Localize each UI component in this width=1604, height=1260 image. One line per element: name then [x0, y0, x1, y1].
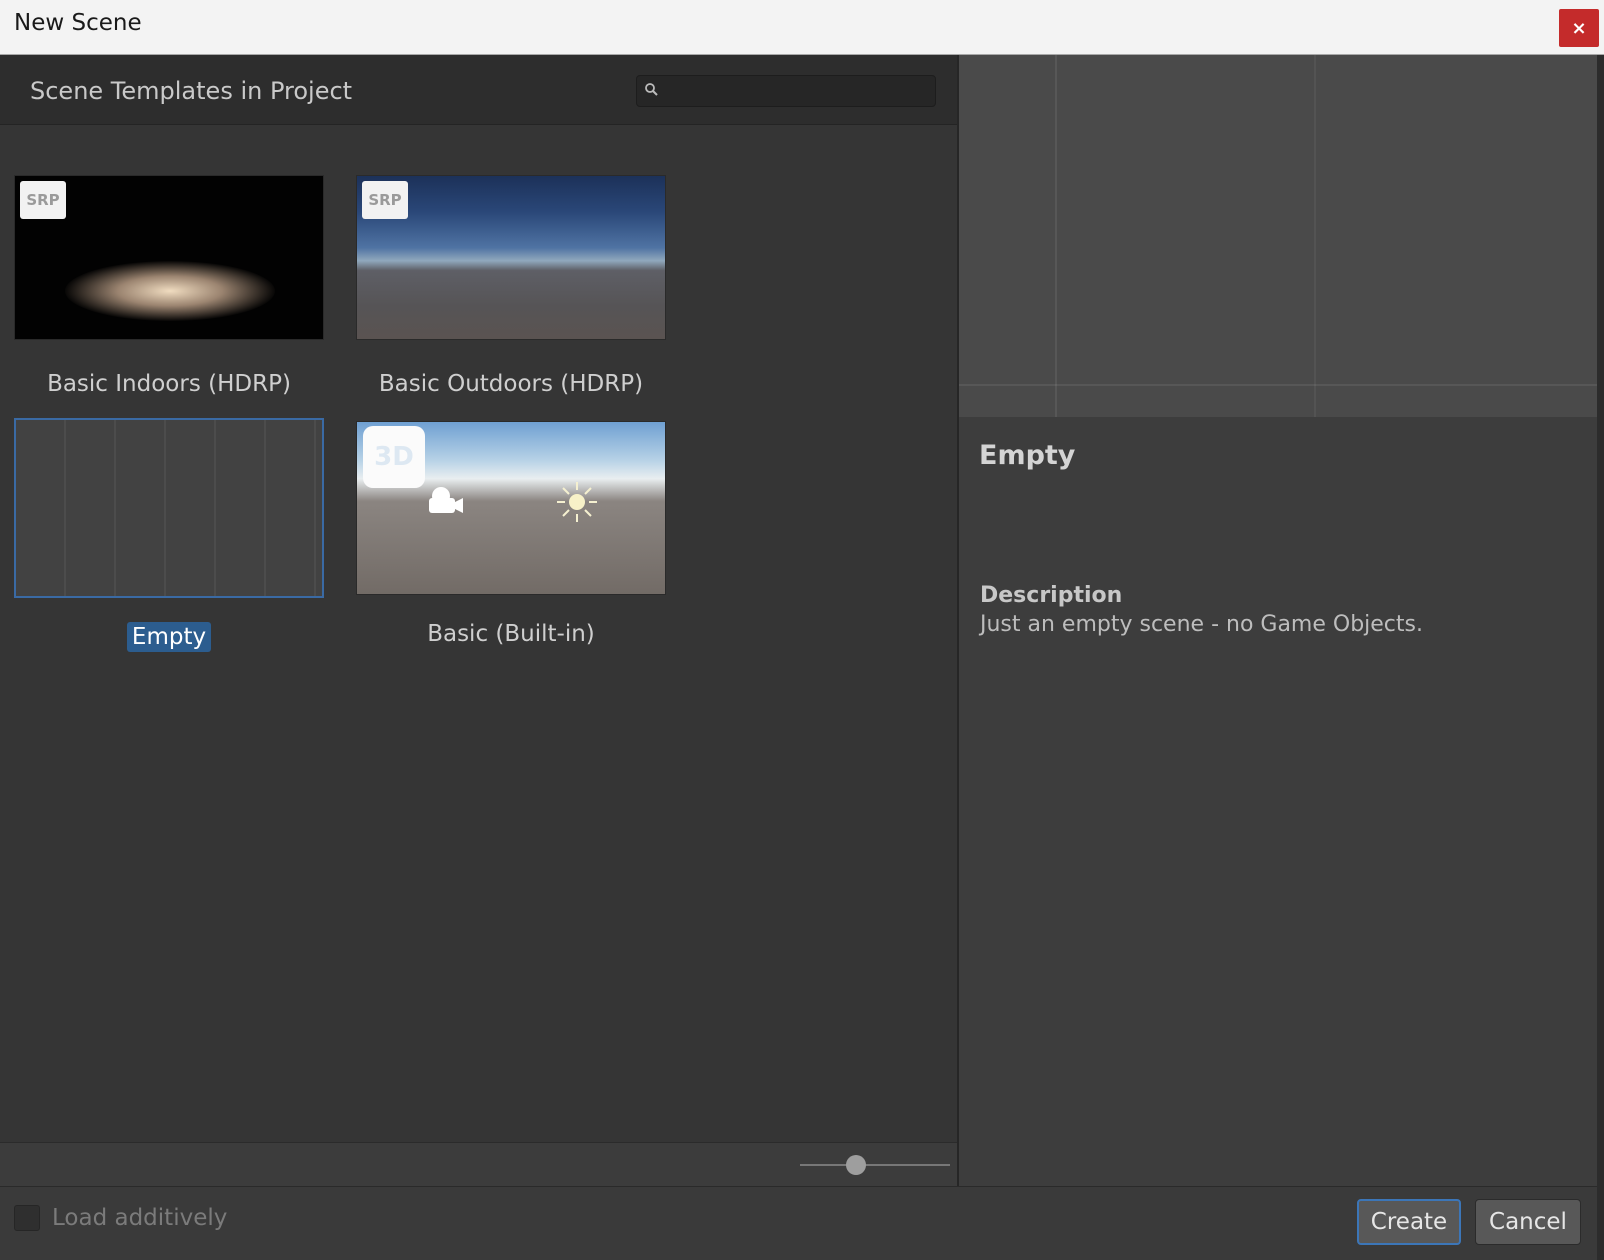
- template-title: Empty: [979, 440, 1076, 471]
- template-list-header: Scene Templates in Project: [0, 55, 957, 125]
- description-text: Just an empty scene - no Game Objects.: [980, 612, 1423, 637]
- sun-icon: [557, 482, 597, 522]
- details-panel: Empty Description Just an empty scene - …: [959, 55, 1597, 1186]
- title-bar: New Scene ×: [0, 0, 1604, 55]
- slider-track: [800, 1164, 950, 1166]
- camera-icon: [429, 487, 463, 513]
- template-tile-basic-builtin[interactable]: 3D Basic (Built-in): [356, 421, 666, 651]
- template-label: Empty: [14, 622, 324, 652]
- template-tile-basic-indoors[interactable]: SRP Basic Indoors (HDRP): [14, 175, 324, 405]
- search-icon: [645, 83, 658, 96]
- template-tile-basic-outdoors[interactable]: SRP Basic Outdoors (HDRP): [356, 175, 666, 405]
- window-edge: [1597, 55, 1604, 1260]
- slider-thumb[interactable]: [845, 1155, 866, 1175]
- bottom-bar: Load additively Create Cancel: [0, 1186, 1597, 1260]
- grid-lines: [16, 420, 322, 596]
- 3d-badge: 3D: [363, 426, 425, 488]
- thumbnail-size-slider[interactable]: [800, 1153, 950, 1177]
- description-heading: Description: [980, 583, 1123, 608]
- window-title: New Scene: [14, 10, 142, 36]
- section-title: Scene Templates in Project: [30, 77, 353, 105]
- selected-template-label: Empty: [126, 622, 212, 652]
- template-list-panel: Scene Templates in Project SRP Basic Ind…: [0, 55, 957, 1186]
- close-button[interactable]: ×: [1559, 9, 1599, 47]
- scene-preview: [959, 55, 1597, 417]
- template-thumbnail: [14, 418, 324, 598]
- spotlight-glow: [65, 261, 275, 321]
- load-additively-checkbox[interactable]: [14, 1205, 40, 1231]
- srp-badge: SRP: [362, 181, 408, 219]
- template-label: Basic Indoors (HDRP): [47, 371, 291, 397]
- template-thumbnail: SRP: [14, 175, 324, 340]
- template-label: Basic Outdoors (HDRP): [378, 371, 644, 397]
- template-list-footer: [0, 1142, 957, 1186]
- load-additively-label: Load additively: [52, 1205, 228, 1231]
- template-tile-empty[interactable]: Empty: [14, 418, 324, 652]
- template-thumbnail: SRP: [356, 175, 666, 340]
- srp-badge: SRP: [20, 181, 66, 219]
- template-thumbnail: 3D: [356, 421, 666, 595]
- create-button[interactable]: Create: [1357, 1199, 1461, 1245]
- template-label: Basic (Built-in): [427, 621, 595, 647]
- cancel-button[interactable]: Cancel: [1475, 1199, 1581, 1245]
- search-input[interactable]: [636, 75, 936, 107]
